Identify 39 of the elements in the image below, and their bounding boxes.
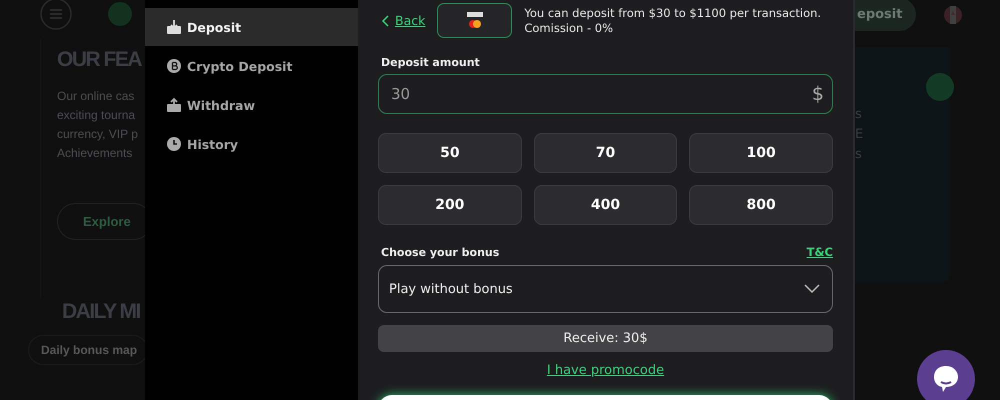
field-label: Choose your bonus <box>381 246 500 258</box>
commission-text: Comission - 0% <box>524 20 614 36</box>
amount-field[interactable]: 30 $ <box>378 74 833 114</box>
chevron-left-icon <box>381 14 389 26</box>
sidebar-item[interactable]: Crypto Deposit <box>145 47 358 85</box>
amount-button[interactable]: 800 <box>689 185 833 225</box>
amount-button[interactable]: 70 <box>534 133 678 173</box>
sidebar-item[interactable]: Deposit <box>145 8 358 46</box>
chevron-down-icon <box>804 284 820 294</box>
coin-icon <box>166 58 182 74</box>
text-line: Achievements <box>57 145 132 162</box>
sidebar-item[interactable]: History <box>145 125 358 163</box>
download-icon <box>166 19 182 35</box>
sidebar-item[interactable]: Withdraw <box>145 86 358 124</box>
text-line: currency, VIP p <box>57 126 138 143</box>
upload-icon <box>166 97 182 113</box>
flag-icon <box>944 6 962 24</box>
amount-button[interactable]: 400 <box>534 185 678 225</box>
amount-button[interactable]: 200 <box>378 185 522 225</box>
field-label: Deposit amount <box>381 56 481 69</box>
promocode-link[interactable]: I have promocode <box>546 363 664 378</box>
payment-method-card[interactable] <box>437 3 512 38</box>
limits-text: You can deposit from $30 to $1100 per transaction. <box>524 6 822 20</box>
coin-icon <box>925 72 955 102</box>
card-logo-icon <box>464 10 485 30</box>
text-line: Our online cas <box>57 88 134 105</box>
amount-button[interactable]: 100 <box>689 133 833 173</box>
receive-bar: Receive: 30$ <box>378 325 833 352</box>
amount-button[interactable]: 50 <box>378 133 522 173</box>
bonus-dropdown[interactable]: Play without bonus <box>378 265 833 313</box>
terms-link[interactable]: T&C <box>806 245 833 259</box>
clock-icon <box>166 136 182 152</box>
logo-icon <box>108 2 132 26</box>
chat-button[interactable] <box>917 350 975 400</box>
menu-icon <box>40 0 72 30</box>
chat-icon <box>932 364 960 394</box>
currency-sign: $ <box>812 83 824 105</box>
text-line: exciting tourna <box>57 107 136 124</box>
back-link[interactable]: Back <box>381 13 426 28</box>
